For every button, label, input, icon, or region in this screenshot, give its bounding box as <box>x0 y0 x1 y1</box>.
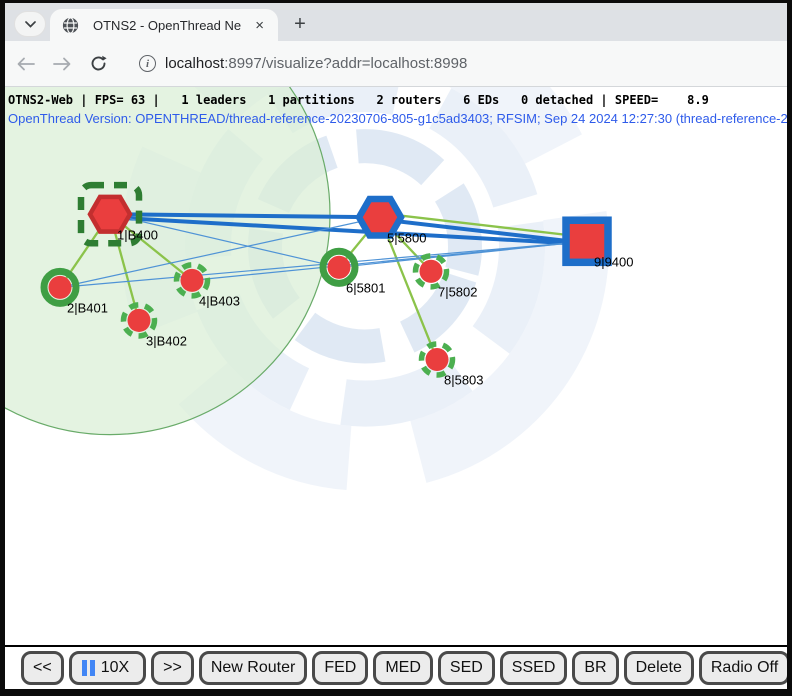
tab-search-button[interactable] <box>14 11 46 37</box>
new-router-button[interactable]: New Router <box>199 651 307 685</box>
button-label: Delete <box>636 659 682 677</box>
node-shape <box>426 348 449 371</box>
node-shape <box>420 260 443 283</box>
arrow-left-icon <box>17 57 35 71</box>
button-label: >> <box>163 659 182 677</box>
url-path: :8997/visualize?addr=localhost:8998 <box>224 55 467 72</box>
fed-button[interactable]: FED <box>312 651 368 685</box>
node-label: 6|5801 <box>346 280 385 295</box>
status-line: OTNS2-Web | FPS= 63 | 1 leaders 1 partit… <box>8 93 709 107</box>
node-9-9400[interactable]: 9|9400 <box>566 220 633 269</box>
button-label: SSED <box>512 659 556 677</box>
button-label: MED <box>385 659 421 677</box>
arrow-right-icon <box>53 57 71 71</box>
tab-otns2[interactable]: OTNS2 - OpenThread Ne × <box>50 9 278 41</box>
delete-button[interactable]: Delete <box>624 651 694 685</box>
tab-title: OTNS2 - OpenThread Ne <box>93 18 251 33</box>
radio-off-button[interactable]: Radio Off <box>699 651 787 685</box>
med-button[interactable]: MED <box>373 651 433 685</box>
node-shape <box>128 309 151 332</box>
forward-button[interactable] <box>47 49 77 79</box>
tab-strip: OTNS2 - OpenThread Ne × + <box>5 3 787 41</box>
browser-window: OTNS2 - OpenThread Ne × + <box>0 0 792 696</box>
new-tab-button[interactable]: + <box>287 11 313 37</box>
step-back-button[interactable]: << <box>21 651 64 685</box>
node-shape <box>181 269 204 292</box>
address-bar[interactable]: i localhost:8997/visualize?addr=localhos… <box>139 55 467 72</box>
ssed-button[interactable]: SSED <box>500 651 568 685</box>
button-label: FED <box>324 659 356 677</box>
node-label: 2|B401 <box>67 300 108 315</box>
node-label: 9|9400 <box>594 254 633 269</box>
navigation-bar: i localhost:8997/visualize?addr=localhos… <box>5 41 787 87</box>
node-shape <box>49 276 72 299</box>
simulation-canvas[interactable]: 1|B400 2|B401 3|B402 4|B403 5|5800 6|5801 7|58… <box>5 87 787 645</box>
node-label: 7|5802 <box>438 284 477 299</box>
button-label: Radio Off <box>711 659 778 677</box>
site-info-icon[interactable]: i <box>139 55 156 72</box>
node-label: 4|B403 <box>199 293 240 308</box>
reload-button[interactable] <box>83 49 113 79</box>
globe-favicon-icon <box>62 17 79 34</box>
node-6-5801[interactable]: 6|5801 <box>323 251 385 295</box>
speed-button[interactable]: 10X <box>69 651 146 685</box>
br-button[interactable]: BR <box>572 651 618 685</box>
node-shape <box>328 256 351 279</box>
canvas-area: 1|B400 2|B401 3|B402 4|B403 5|5800 6|5801 7|58… <box>5 87 787 645</box>
tab-close-icon[interactable]: × <box>251 18 268 33</box>
node-label: 8|5803 <box>444 373 483 388</box>
url-host: localhost <box>165 55 224 72</box>
node-label: 1|B400 <box>117 227 158 242</box>
node-label: 5|5800 <box>387 230 426 245</box>
button-label: BR <box>584 659 606 677</box>
button-label: 10X <box>101 659 129 677</box>
pause-icon <box>82 660 95 676</box>
chevron-down-icon <box>25 21 36 28</box>
button-label: New Router <box>211 659 295 677</box>
bottom-toolbar: << 10X >> New Router FED MED SED SSED BR Delete Ra… <box>5 645 787 689</box>
sed-button[interactable]: SED <box>438 651 495 685</box>
reload-icon <box>90 55 107 72</box>
back-button[interactable] <box>11 49 41 79</box>
step-forward-button[interactable]: >> <box>151 651 194 685</box>
version-line: OpenThread Version: OPENTHREAD/thread-re… <box>8 111 787 126</box>
node-label: 3|B402 <box>146 333 187 348</box>
button-label: << <box>33 659 52 677</box>
button-label: SED <box>450 659 483 677</box>
